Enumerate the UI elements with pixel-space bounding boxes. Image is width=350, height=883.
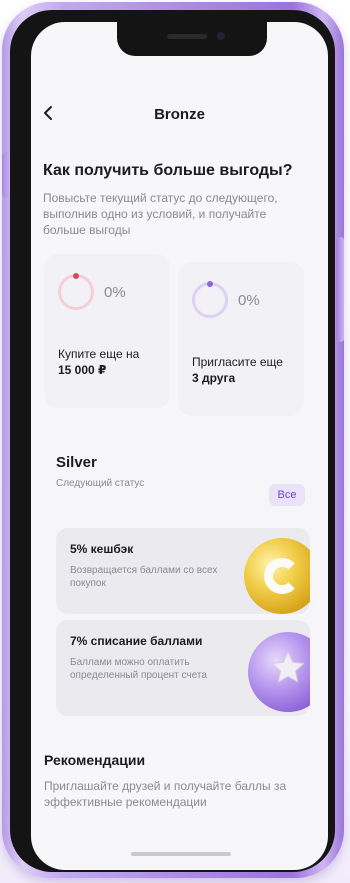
- benefit-item-points-payment[interactable]: 7% списание баллами Баллами можно оплати…: [56, 620, 310, 716]
- speaker-grille: [167, 34, 207, 39]
- benefit-item-cashback[interactable]: 5% кешбэк Возвращается баллами со всех п…: [56, 528, 310, 614]
- progress-ring-invite: [192, 281, 228, 318]
- recommendations-description: Приглашайте друзей и получайте баллы за …: [44, 779, 287, 809]
- camera: [217, 32, 225, 40]
- coin-emblem: [264, 558, 300, 594]
- benefits-description: Повысьте текущий статус до следующего, в…: [43, 191, 278, 237]
- progress-ring-purchase: [58, 273, 94, 310]
- page-title: Bronze: [154, 106, 205, 123]
- next-status-card: Silver Следующий статус Все 5% кешбэк Во…: [43, 440, 315, 732]
- condition-card-invite[interactable]: 0% Пригласите еще 3 друга: [178, 262, 304, 416]
- next-status-title: Silver: [56, 454, 97, 471]
- progress-ring-marker: [207, 281, 213, 287]
- condition-label: Пригласите еще: [192, 355, 283, 369]
- progress-ring-marker: [73, 273, 79, 279]
- condition-text: Пригласите еще 3 друга: [192, 354, 300, 386]
- next-status-subtitle: Следующий статус: [56, 478, 145, 489]
- app-screen: Bronze Как получить больше выгоды? Повыс…: [31, 22, 328, 870]
- phone-frame: Bronze Как получить больше выгоды? Повыс…: [2, 2, 344, 878]
- benefit-title: 7% списание баллами: [70, 634, 203, 648]
- star-icon: [266, 646, 310, 690]
- progress-percent: 0%: [238, 292, 260, 309]
- condition-label: Купите еще на: [58, 347, 140, 361]
- condition-value: 3 друга: [192, 371, 236, 385]
- gold-coin-icon: [244, 538, 310, 614]
- condition-value: 15 000 ₽: [58, 363, 107, 377]
- progress-percent: 0%: [104, 284, 126, 301]
- benefits-heading: Как получить больше выгоды?: [43, 162, 293, 179]
- notch: [117, 22, 267, 56]
- condition-card-purchase[interactable]: 0% Купите еще на 15 000 ₽: [44, 254, 170, 408]
- recommendations-heading: Рекомендации: [44, 752, 146, 768]
- power-button: [336, 237, 344, 342]
- home-indicator[interactable]: [131, 852, 231, 856]
- all-benefits-button[interactable]: Все: [269, 484, 305, 506]
- phone-bezel: Bronze Как получить больше выгоды? Повыс…: [10, 10, 335, 872]
- purple-star-coin-icon: [248, 632, 310, 712]
- benefit-description: Возвращается баллами со всех покупок: [70, 565, 218, 589]
- benefit-title: 5% кешбэк: [70, 542, 134, 556]
- volume-button: [2, 152, 10, 197]
- scene: Bronze Как получить больше выгоды? Повыс…: [0, 0, 350, 883]
- condition-text: Купите еще на 15 000 ₽: [58, 346, 166, 378]
- benefit-description: Баллами можно оплатить определенный проц…: [70, 657, 207, 681]
